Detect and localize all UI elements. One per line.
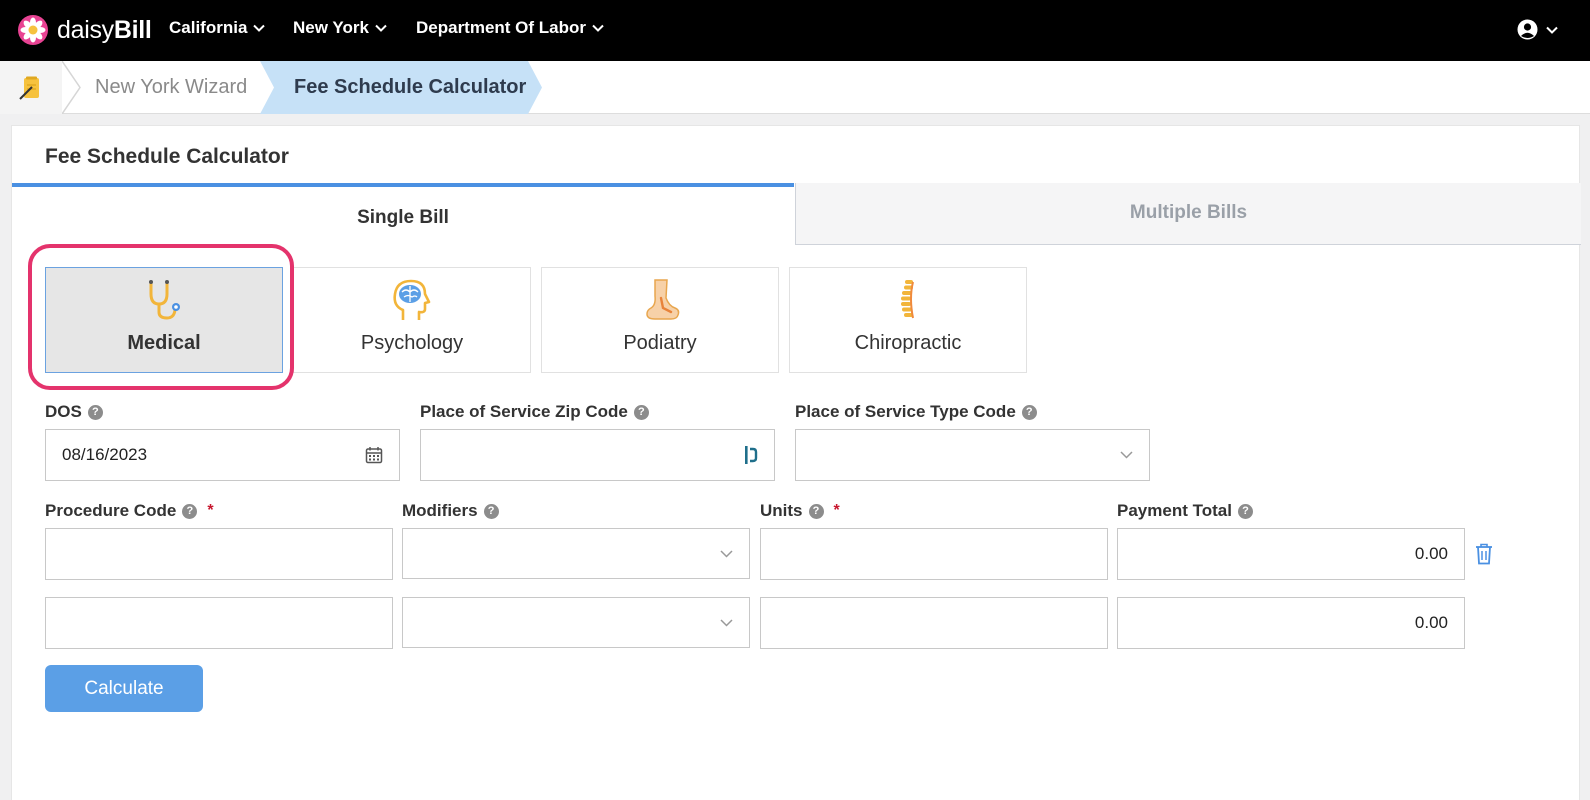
help-icon[interactable]: ? bbox=[633, 404, 649, 420]
payment-total-label: Payment Total ? bbox=[1117, 501, 1253, 521]
payment-total-input[interactable]: 0.00 bbox=[1117, 528, 1465, 580]
modifiers-select[interactable] bbox=[402, 528, 750, 579]
breadcrumb-separator bbox=[62, 61, 81, 114]
fee-schedule-card: Fee Schedule Calculator Single Bill Mult… bbox=[11, 125, 1581, 800]
brand-light: daisy bbox=[57, 15, 114, 44]
pos-type-label: Place of Service Type Code ? bbox=[795, 402, 1037, 422]
nav-department-of-labor[interactable]: Department Of Labor bbox=[416, 18, 604, 38]
zip-input[interactable] bbox=[420, 429, 775, 481]
stethoscope-icon bbox=[149, 280, 180, 320]
procedure-code-input[interactable] bbox=[45, 528, 393, 580]
payment-total-label-text: Payment Total bbox=[1117, 501, 1232, 520]
required-mark: * bbox=[833, 502, 840, 519]
card-title: Fee Schedule Calculator bbox=[45, 145, 289, 168]
calculate-button[interactable]: Calculate bbox=[45, 665, 203, 712]
units-label-text: Units bbox=[760, 501, 803, 520]
daisybill-logo[interactable]: daisyBill bbox=[18, 14, 152, 46]
zip-label: Place of Service Zip Code ? bbox=[420, 402, 649, 422]
tab-multiple-bills[interactable]: Multiple Bills bbox=[795, 183, 1581, 245]
dos-label: DOS ? bbox=[45, 402, 103, 422]
bill-type-label: Psychology bbox=[360, 332, 464, 354]
help-icon[interactable]: ? bbox=[87, 404, 103, 420]
payment-total-value: 0.00 bbox=[1414, 613, 1448, 632]
help-icon[interactable]: ? bbox=[1237, 503, 1253, 519]
foot-icon bbox=[646, 279, 680, 320]
modifiers-select[interactable] bbox=[402, 597, 750, 648]
nav-new-york[interactable]: New York bbox=[293, 18, 387, 38]
notepad-pencil-icon bbox=[19, 76, 39, 100]
breadcrumb-new-york-wizard[interactable]: New York Wizard bbox=[95, 61, 247, 114]
top-nav: daisyBill California New York Department… bbox=[0, 0, 1590, 61]
user-menu[interactable] bbox=[1517, 19, 1558, 40]
chevron-down-icon bbox=[253, 24, 266, 32]
breadcrumb-home[interactable] bbox=[0, 61, 62, 114]
units-input[interactable] bbox=[760, 528, 1108, 580]
brain-head-icon bbox=[393, 279, 431, 320]
bill-type-label: Medical bbox=[127, 332, 201, 354]
bill-type-label: Podiatry bbox=[623, 332, 697, 354]
chevron-down-icon bbox=[720, 549, 733, 558]
user-circle-icon bbox=[1517, 19, 1538, 40]
bill-type-psychology[interactable]: Psychology bbox=[293, 267, 531, 373]
required-mark: * bbox=[207, 502, 214, 519]
chevron-down-icon bbox=[1546, 26, 1558, 34]
calendar-icon[interactable] bbox=[365, 446, 383, 464]
help-icon[interactable]: ? bbox=[483, 503, 499, 519]
brand-name: daisyBill bbox=[57, 16, 152, 45]
nav-dol-label: Department Of Labor bbox=[416, 18, 587, 37]
daisy-flower-icon bbox=[18, 15, 48, 45]
bill-type-podiatry[interactable]: Podiatry bbox=[541, 267, 779, 373]
brand-bold: Bill bbox=[113, 15, 152, 44]
procedure-code-input[interactable] bbox=[45, 597, 393, 649]
trash-icon[interactable] bbox=[1475, 543, 1493, 565]
bill-type-label: Chiropractic bbox=[854, 332, 962, 354]
dos-value: 08/16/2023 bbox=[62, 445, 148, 464]
help-icon[interactable]: ? bbox=[1021, 404, 1037, 420]
units-label: Units ? * bbox=[760, 501, 840, 521]
nav-new-york-label: New York bbox=[293, 18, 369, 37]
nav-california-label: California bbox=[169, 18, 248, 37]
bill-type-medical[interactable]: Medical bbox=[45, 267, 283, 373]
modifiers-label-text: Modifiers bbox=[402, 501, 478, 520]
units-input[interactable] bbox=[760, 597, 1108, 649]
chevron-down-icon bbox=[592, 24, 604, 32]
chevron-down-icon bbox=[720, 618, 733, 627]
dos-label-text: DOS bbox=[45, 402, 82, 421]
chevron-down-icon bbox=[1120, 451, 1133, 459]
pos-type-label-text: Place of Service Type Code bbox=[795, 402, 1016, 421]
dos-input[interactable]: 08/16/2023 bbox=[45, 429, 400, 481]
nav-california[interactable]: California bbox=[169, 18, 266, 38]
help-icon[interactable]: ? bbox=[182, 503, 198, 519]
bill-type-chiropractic[interactable]: Chiropractic bbox=[789, 267, 1027, 373]
payment-total-input[interactable]: 0.00 bbox=[1117, 597, 1465, 649]
payment-total-value: 0.00 bbox=[1414, 544, 1448, 563]
autofill-icon[interactable] bbox=[744, 445, 758, 465]
breadcrumb: New York Wizard Fee Schedule Calculator bbox=[0, 61, 1590, 114]
pos-type-select[interactable] bbox=[795, 429, 1150, 481]
breadcrumb-fee-schedule-calculator: Fee Schedule Calculator bbox=[294, 76, 527, 98]
spine-icon bbox=[901, 280, 914, 319]
tab-single-bill[interactable]: Single Bill bbox=[12, 183, 794, 245]
help-icon[interactable]: ? bbox=[808, 503, 824, 519]
procedure-label-text: Procedure Code bbox=[45, 501, 177, 520]
chevron-down-icon bbox=[375, 24, 387, 32]
modifiers-label: Modifiers ? bbox=[402, 501, 499, 521]
zip-label-text: Place of Service Zip Code bbox=[420, 402, 628, 421]
procedure-code-label: Procedure Code ? * bbox=[45, 501, 214, 521]
